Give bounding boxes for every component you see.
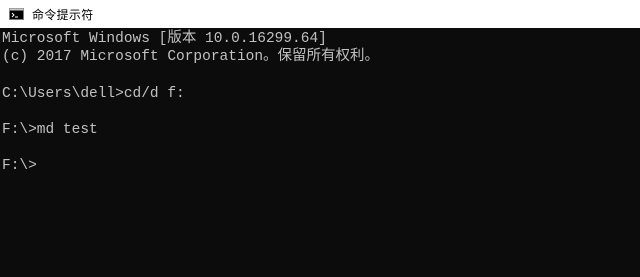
console-line-command-cd: C:\Users\dell>cd/d f: (2, 85, 185, 102)
console-line-copyright: (c) 2017 Microsoft Corporation。保留所有权利。 (2, 49, 380, 66)
window-title: 命令提示符 (32, 7, 94, 22)
console-output[interactable]: Microsoft Windows [版本 10.0.16299.64] (c)… (0, 28, 640, 277)
title-bar[interactable]: 命令提示符 (0, 0, 640, 28)
console-prompt[interactable]: F:\> (2, 157, 640, 175)
console-line-version: Microsoft Windows [版本 10.0.16299.64] (2, 31, 327, 47)
console-line-command-md: F:\>md test (2, 121, 98, 138)
cmd-icon (9, 8, 24, 20)
cmd-window: 命令提示符 Microsoft Windows [版本 10.0.16299.6… (0, 0, 640, 277)
